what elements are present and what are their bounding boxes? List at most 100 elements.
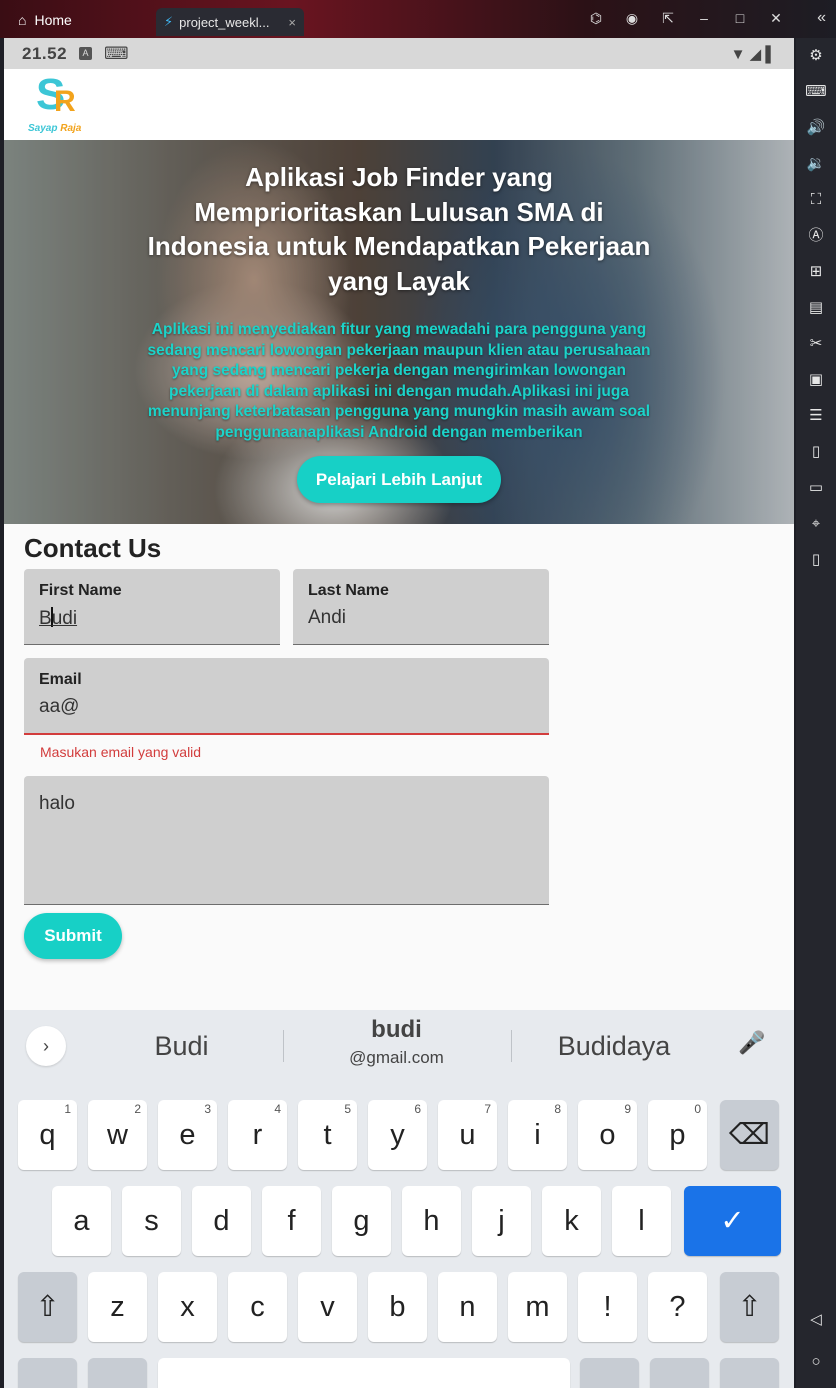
key-u[interactable]: u7 bbox=[438, 1100, 497, 1170]
key-z[interactable]: z bbox=[88, 1272, 147, 1342]
space-key[interactable] bbox=[158, 1358, 570, 1388]
hero-banner: Aplikasi Job Finder yang Memprioritaskan… bbox=[4, 140, 794, 524]
app-tab[interactable]: ⚡ project_weekl... × bbox=[156, 8, 304, 36]
accessibility-icon: A bbox=[79, 47, 93, 60]
key-m[interactable]: m bbox=[508, 1272, 567, 1342]
collapse-sidebar-icon[interactable]: « bbox=[817, 9, 826, 27]
key-e-num: 3 bbox=[204, 1102, 211, 1116]
suggestion-2[interactable]: budi @gmail.com bbox=[294, 1010, 499, 1082]
symbols-key[interactable] bbox=[18, 1358, 77, 1388]
key-r[interactable]: r4 bbox=[228, 1100, 287, 1170]
shake-icon[interactable]: ▯ bbox=[804, 440, 828, 464]
key-h[interactable]: h bbox=[402, 1186, 461, 1256]
key-p[interactable]: p0 bbox=[648, 1100, 707, 1170]
first-name-value[interactable]: Budi bbox=[39, 607, 77, 630]
multi-instance-icon[interactable]: ▣ bbox=[804, 368, 828, 392]
key-x[interactable]: x bbox=[158, 1272, 217, 1342]
add-app-icon[interactable]: ⊞ bbox=[804, 260, 828, 284]
enter-key[interactable]: ✓ bbox=[684, 1186, 781, 1256]
account-icon[interactable]: ◉ bbox=[622, 10, 642, 27]
back-icon[interactable]: ◁ bbox=[804, 1308, 828, 1332]
key-s[interactable]: s bbox=[122, 1186, 181, 1256]
soft-keyboard: › Budi budi @gmail.com Budidaya 🎤 q1 w2 … bbox=[4, 1010, 794, 1388]
cut-icon[interactable]: ✂ bbox=[804, 332, 828, 356]
extra-key[interactable] bbox=[720, 1358, 779, 1388]
gamepad-icon[interactable]: ⌬ bbox=[586, 10, 606, 27]
message-field[interactable]: halo bbox=[24, 776, 549, 905]
key-i[interactable]: i8 bbox=[508, 1100, 567, 1170]
settings-icon[interactable]: ⚙ bbox=[804, 44, 828, 68]
key-q[interactable]: q1 bbox=[18, 1100, 77, 1170]
screenshot-icon[interactable]: ⛶ bbox=[804, 188, 828, 212]
key-g[interactable]: g bbox=[332, 1186, 391, 1256]
key-o-label: o bbox=[599, 1119, 616, 1151]
key-i-num: 8 bbox=[554, 1102, 561, 1116]
email-value[interactable]: aa@ bbox=[39, 696, 79, 718]
last-name-field[interactable]: Last Name Andi bbox=[293, 569, 549, 645]
window-controls: ⌬ ◉ ⇱ – □ ✕ bbox=[586, 10, 786, 27]
status-bar: 21.52 A ⌨ ▼ ◢ ▌ bbox=[4, 38, 794, 69]
name-row: First Name Budi Last Name Andi bbox=[24, 569, 774, 645]
key-c[interactable]: c bbox=[228, 1272, 287, 1342]
key-exclamation[interactable]: ! bbox=[578, 1272, 637, 1342]
emoji-key[interactable] bbox=[580, 1358, 639, 1388]
comma-key[interactable] bbox=[88, 1358, 147, 1388]
volume-down-icon[interactable]: 🔉 bbox=[804, 152, 828, 176]
logo-text-1: Sayap bbox=[28, 123, 58, 134]
submit-button[interactable]: Submit bbox=[24, 913, 122, 959]
minimize-icon[interactable]: – bbox=[694, 10, 714, 27]
key-a[interactable]: a bbox=[52, 1186, 111, 1256]
key-w[interactable]: w2 bbox=[88, 1100, 147, 1170]
key-y[interactable]: y6 bbox=[368, 1100, 427, 1170]
popout-icon[interactable]: ⇱ bbox=[658, 10, 678, 27]
key-b[interactable]: b bbox=[368, 1272, 427, 1342]
home-tab[interactable]: ⌂ Home bbox=[18, 6, 72, 34]
key-o[interactable]: o9 bbox=[578, 1100, 637, 1170]
message-value[interactable]: halo bbox=[39, 793, 75, 815]
key-d[interactable]: d bbox=[192, 1186, 251, 1256]
microphone-icon[interactable]: 🎤 bbox=[738, 1030, 765, 1056]
volume-up-icon[interactable]: 🔊 bbox=[804, 116, 828, 140]
first-name-field[interactable]: First Name Budi bbox=[24, 569, 280, 645]
backspace-key[interactable]: ⌫ bbox=[720, 1100, 779, 1170]
key-v[interactable]: v bbox=[298, 1272, 357, 1342]
key-question[interactable]: ? bbox=[648, 1272, 707, 1342]
suggestion-3[interactable]: Budidaya bbox=[524, 1010, 704, 1082]
key-l[interactable]: l bbox=[612, 1186, 671, 1256]
logo-text: Sayap Raja bbox=[28, 123, 81, 134]
contact-title: Contact Us bbox=[24, 533, 162, 563]
home-tab-label: Home bbox=[34, 12, 72, 28]
maximize-icon[interactable]: □ bbox=[730, 10, 750, 27]
folder-icon[interactable]: ▭ bbox=[804, 476, 828, 500]
apk-icon[interactable]: ▤ bbox=[804, 296, 828, 320]
home-circle-icon[interactable]: ○ bbox=[804, 1350, 828, 1374]
tab-close-icon[interactable]: × bbox=[288, 15, 296, 30]
key-e[interactable]: e3 bbox=[158, 1100, 217, 1170]
shift-right-key[interactable]: ⇧ bbox=[720, 1272, 779, 1342]
key-j[interactable]: j bbox=[472, 1186, 531, 1256]
location-icon[interactable]: ⌖ bbox=[804, 512, 828, 536]
close-window-icon[interactable]: ✕ bbox=[766, 10, 786, 27]
key-n[interactable]: n bbox=[438, 1272, 497, 1342]
learn-more-button[interactable]: Pelajari Lebih Lanjut bbox=[297, 456, 501, 503]
period-key[interactable] bbox=[650, 1358, 709, 1388]
key-t[interactable]: t5 bbox=[298, 1100, 357, 1170]
key-r-label: r bbox=[252, 1119, 263, 1151]
expand-arrow-icon[interactable]: › bbox=[26, 1026, 66, 1066]
auto-icon[interactable]: Ⓐ bbox=[804, 224, 828, 248]
suggestion-strip: › Budi budi @gmail.com Budidaya 🎤 bbox=[4, 1010, 794, 1082]
sync-icon[interactable]: ☰ bbox=[804, 404, 828, 428]
first-name-value-post: udi bbox=[51, 608, 78, 629]
shift-left-key[interactable]: ⇧ bbox=[18, 1272, 77, 1342]
sayap-raja-logo[interactable]: S R Sayap Raja bbox=[26, 73, 90, 137]
keyboard-icon[interactable]: ⌨ bbox=[804, 80, 828, 104]
emulator-sidebar: ⚙ ⌨ 🔊 🔉 ⛶ Ⓐ ⊞ ▤ ✂ ▣ ☰ ▯ ▭ ⌖ ▯ ◁ ○ bbox=[796, 38, 836, 1388]
key-f[interactable]: f bbox=[262, 1186, 321, 1256]
first-name-label: First Name bbox=[39, 582, 122, 599]
key-k[interactable]: k bbox=[542, 1186, 601, 1256]
last-name-value[interactable]: Andi bbox=[308, 607, 346, 629]
suggestion-1[interactable]: Budi bbox=[114, 1010, 249, 1082]
rotate-icon[interactable]: ▯ bbox=[804, 548, 828, 572]
emulator-title-bar: ⌂ Home ⚡ project_weekl... × ⌬ ◉ ⇱ – □ ✕ … bbox=[0, 0, 836, 38]
email-field[interactable]: Email aa@ bbox=[24, 658, 549, 735]
